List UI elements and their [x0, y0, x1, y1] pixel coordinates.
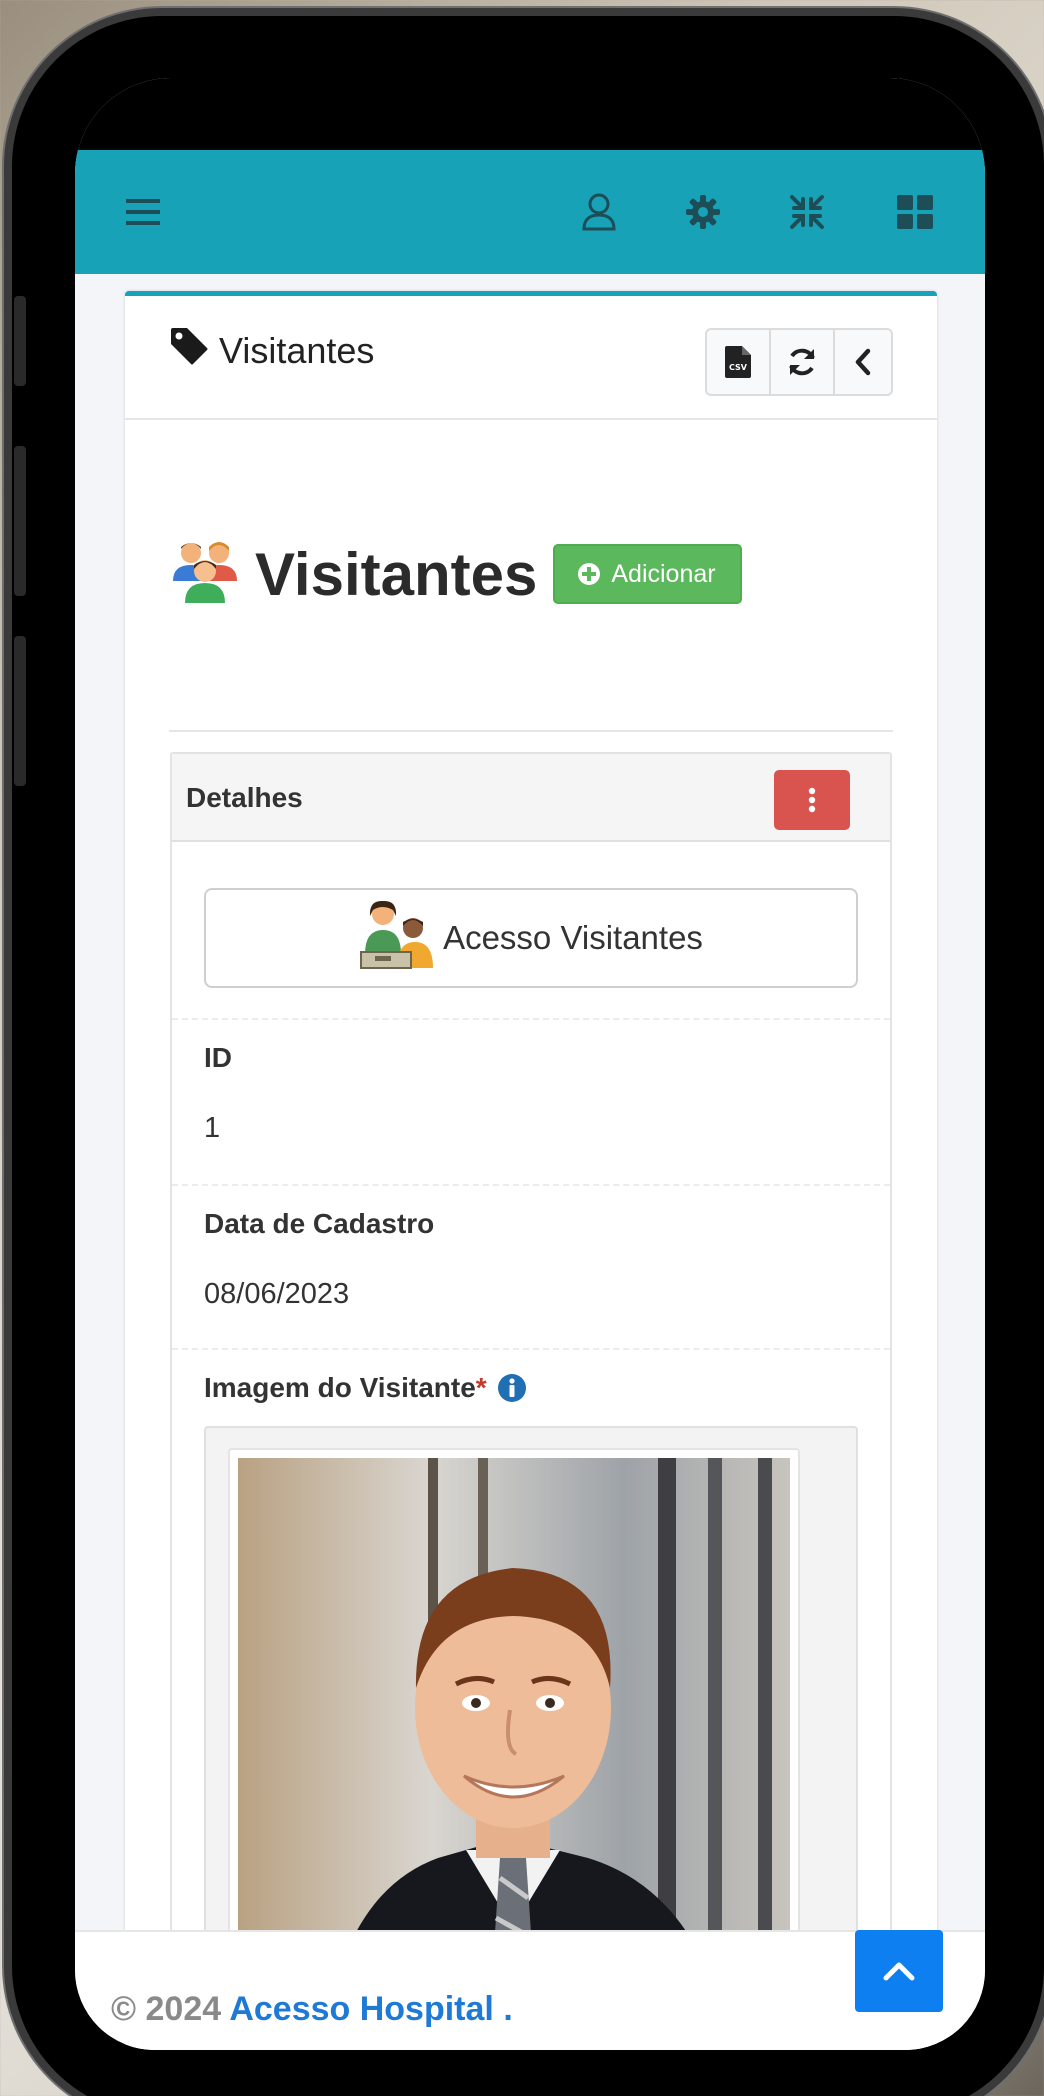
access-visitors-label: Acesso Visitantes: [443, 919, 703, 956]
copyright-suffix: .: [503, 1990, 513, 2028]
reception-icon: [359, 898, 435, 978]
chevron-up-icon: [883, 1962, 915, 1981]
card-tools: CSV: [705, 328, 893, 396]
details-panel: Detalhes Acesso Visitantes ID 1 Data de …: [170, 752, 892, 2050]
plus-circle-icon: [578, 563, 601, 585]
page-title-row: Visitantes Adicionar: [169, 534, 742, 614]
required-mark: *: [475, 1372, 487, 1403]
card-title: Visitantes: [169, 326, 374, 375]
card-header: Visitantes CSV: [125, 296, 937, 420]
status-area: [75, 78, 985, 150]
side-button: [14, 446, 26, 596]
scroll-to-top-button[interactable]: [855, 1930, 943, 2012]
info-icon[interactable]: [497, 1373, 527, 1403]
footer: © 2024 Acesso Hospital .: [75, 1930, 985, 2050]
field-label: Imagem do Visitante *: [204, 1372, 527, 1404]
chevron-left-icon: [855, 348, 871, 376]
field-label: Data de Cadastro: [204, 1208, 435, 1239]
access-visitors-button[interactable]: Acesso Visitantes: [204, 888, 858, 988]
user-icon[interactable]: [575, 188, 623, 236]
copyright: © 2024 Acesso Hospital .: [111, 1990, 513, 2029]
details-header: Detalhes: [172, 754, 890, 842]
svg-text:CSV: CSV: [729, 363, 748, 372]
csv-export-button[interactable]: CSV: [707, 330, 771, 394]
gear-icon[interactable]: [679, 188, 727, 236]
page-title: Visitantes: [255, 540, 538, 608]
vertical-dots-icon: [808, 787, 816, 813]
details-title: Detalhes: [186, 782, 303, 813]
menu-icon[interactable]: [119, 188, 167, 236]
refresh-button[interactable]: [771, 330, 835, 394]
add-button[interactable]: Adicionar: [553, 544, 742, 604]
top-navbar: [75, 150, 985, 274]
side-button: [14, 296, 26, 386]
visitors-icon: [169, 539, 241, 610]
csv-file-icon: CSV: [725, 346, 751, 378]
copyright-text: © 2024: [111, 1990, 222, 2028]
field-value: 08/06/2023: [204, 1278, 350, 1310]
more-options-button[interactable]: [774, 770, 850, 830]
brand-link[interactable]: Acesso Hospital: [229, 1990, 494, 2028]
screen: Visitantes CSV Visitantes Adicionar Deta…: [75, 78, 985, 2050]
tag-icon: [169, 326, 209, 375]
divider: [169, 730, 893, 732]
field-id: ID 1: [172, 1018, 890, 1182]
field-value: 1: [204, 1112, 221, 1144]
compress-icon[interactable]: [783, 188, 831, 236]
refresh-icon: [789, 348, 815, 376]
side-button: [14, 636, 26, 786]
add-button-label: Adicionar: [611, 559, 716, 588]
main-card: Visitantes CSV Visitantes Adicionar Deta…: [125, 291, 937, 2050]
back-button[interactable]: [835, 330, 891, 394]
card-title-text: Visitantes: [219, 329, 375, 371]
grid-icon[interactable]: [891, 188, 939, 236]
field-date: Data de Cadastro 08/06/2023: [172, 1184, 890, 1348]
field-label: ID: [204, 1042, 232, 1073]
image-label-text: Imagem do Visitante: [204, 1372, 476, 1403]
